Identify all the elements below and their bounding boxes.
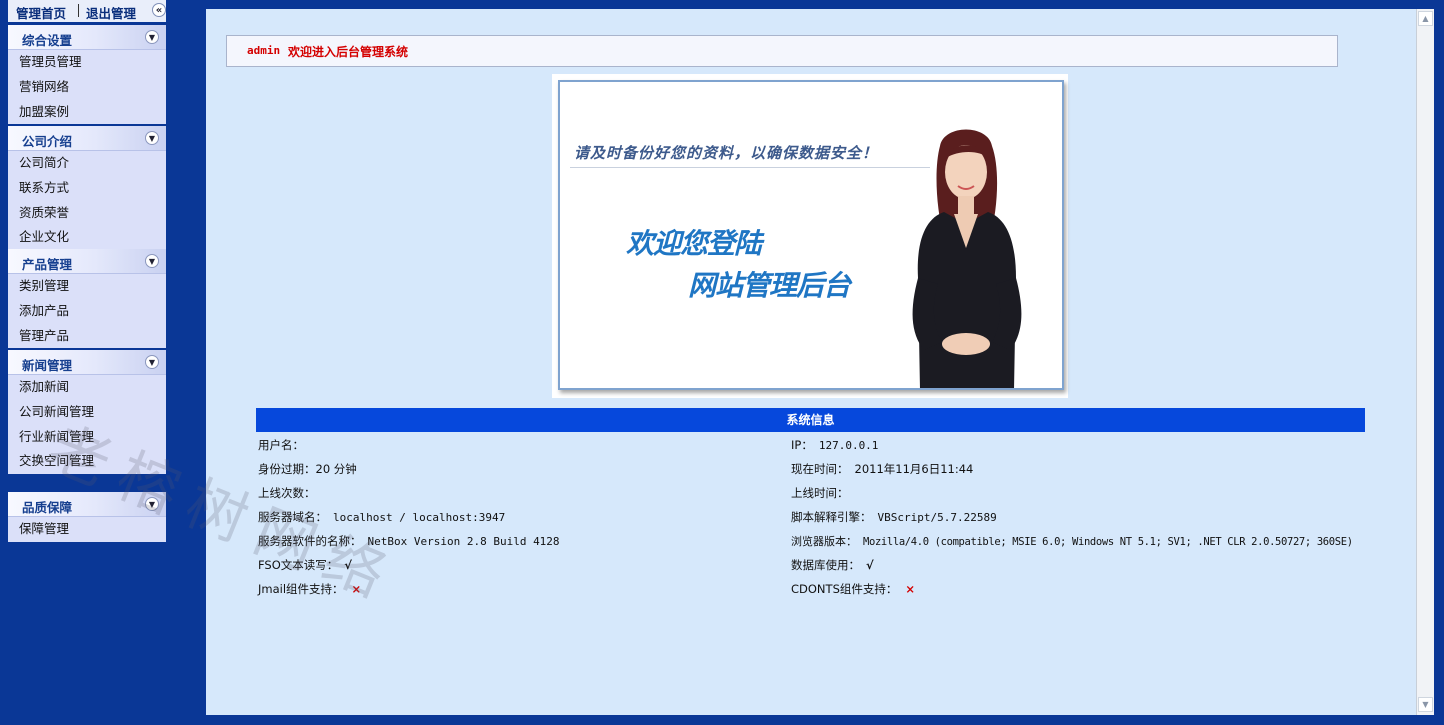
info-label: FSO文本读写： bbox=[258, 558, 339, 572]
menu-general-settings: 综合设置 ▼ 管理员管理 营销网络 加盟案例 bbox=[8, 25, 166, 125]
info-username: 用户名： bbox=[258, 437, 310, 453]
info-login-count: 上线次数： bbox=[258, 485, 322, 501]
banner-heading-line2: 网站管理后台 bbox=[688, 269, 851, 302]
backup-reminder: 请及时备份好您的资料，以确保数据安全！ bbox=[574, 144, 879, 162]
cross-icon: × bbox=[351, 582, 362, 596]
info-label: 上线次数： bbox=[258, 486, 316, 500]
chevron-down-icon[interactable]: ▼ bbox=[145, 355, 159, 369]
chevron-down-icon[interactable]: ▼ bbox=[145, 254, 159, 268]
menu-header-quality-assurance[interactable]: 品质保障 ▼ bbox=[8, 492, 166, 517]
banner-heading-line1: 欢迎您登陆 bbox=[626, 227, 762, 260]
info-current-time: 现在时间： 2011年11月6日11:44 bbox=[791, 461, 973, 477]
sidebar-item-sales-network[interactable]: 营销网络 bbox=[8, 75, 166, 100]
main-scrollbar[interactable]: ▲ ▼ bbox=[1416, 9, 1434, 715]
info-value: 127.0.0.1 bbox=[818, 439, 879, 452]
menu-quality-assurance: 品质保障 ▼ 保障管理 bbox=[8, 492, 166, 542]
check-icon: √ bbox=[866, 558, 874, 572]
sidebar-item-industry-news[interactable]: 行业新闻管理 bbox=[8, 425, 166, 450]
system-info-header: 系统信息 bbox=[256, 408, 1365, 432]
info-label: 数据库使用： bbox=[791, 558, 860, 572]
menu-header-product-management[interactable]: 产品管理 ▼ bbox=[8, 249, 166, 274]
sidebar-item-contact[interactable]: 联系方式 bbox=[8, 176, 166, 201]
info-value: VBScript/5.7.22589 bbox=[877, 511, 997, 524]
menu-title: 产品管理 bbox=[22, 257, 73, 272]
menu-product-management: 产品管理 ▼ 类别管理 添加产品 管理产品 bbox=[8, 249, 166, 349]
check-icon: √ bbox=[344, 558, 352, 572]
menu-title: 新闻管理 bbox=[22, 358, 73, 373]
logout-link[interactable]: 退出管理 bbox=[86, 3, 136, 22]
info-value: localhost / localhost:3947 bbox=[333, 511, 506, 524]
menu-company-intro: 公司介绍 ▼ 公司简介 联系方式 资质荣誉 企业文化 bbox=[8, 126, 166, 251]
info-session-expiry: 身份过期：20 分钟 bbox=[258, 461, 357, 477]
menu-title: 公司介绍 bbox=[22, 134, 73, 149]
info-label: Jmail组件支持： bbox=[258, 582, 344, 596]
woman-figure-illustration bbox=[912, 129, 1022, 388]
info-value: 20 分钟 bbox=[315, 462, 357, 476]
info-cdonts-support: CDONTS组件支持： × bbox=[791, 581, 915, 597]
topbar-separator bbox=[78, 4, 79, 17]
sidebar-item-add-news[interactable]: 添加新闻 bbox=[8, 375, 166, 400]
info-login-time: 上线时间： bbox=[791, 485, 855, 501]
welcome-bar: admin 欢迎进入后台管理系统 bbox=[226, 35, 1338, 67]
menu-header-company-intro[interactable]: 公司介绍 ▼ bbox=[8, 126, 166, 151]
current-user: admin bbox=[247, 44, 281, 57]
sidebar-item-manage-products[interactable]: 管理产品 bbox=[8, 324, 166, 349]
info-jmail-support: Jmail组件支持： × bbox=[258, 581, 361, 597]
info-label: 身份过期： bbox=[258, 462, 316, 476]
divider bbox=[570, 167, 930, 168]
sidebar-item-assurance-management[interactable]: 保障管理 bbox=[8, 517, 166, 542]
cross-icon: × bbox=[905, 582, 916, 596]
info-label: 脚本解释引擎： bbox=[791, 510, 872, 524]
info-label: 服务器软件的名称： bbox=[258, 534, 362, 548]
info-label: 现在时间： bbox=[791, 462, 849, 476]
info-label: CDONTS组件支持： bbox=[791, 582, 898, 596]
menu-title: 品质保障 bbox=[22, 500, 73, 515]
welcome-message: 欢迎进入后台管理系统 bbox=[288, 45, 409, 59]
scroll-up-icon[interactable]: ▲ bbox=[1418, 11, 1433, 26]
sidebar-item-company-news[interactable]: 公司新闻管理 bbox=[8, 400, 166, 425]
sidebar-item-culture[interactable]: 企业文化 bbox=[8, 225, 166, 250]
sidebar-item-honors[interactable]: 资质荣誉 bbox=[8, 201, 166, 226]
banner-image: 请及时备份好您的资料，以确保数据安全！ 欢迎您登陆 网站管理后台 bbox=[558, 80, 1064, 390]
menu-header-general-settings[interactable]: 综合设置 ▼ bbox=[8, 25, 166, 50]
info-label: 用户名： bbox=[258, 438, 304, 452]
info-database-usage: 数据库使用： √ bbox=[791, 557, 874, 573]
admin-home-link[interactable]: 管理首页 bbox=[16, 3, 66, 22]
info-server-domain: 服务器域名： localhost / localhost:3947 bbox=[258, 509, 505, 525]
sidebar-item-category-management[interactable]: 类别管理 bbox=[8, 274, 166, 299]
sidebar-item-company-profile[interactable]: 公司简介 bbox=[8, 151, 166, 176]
info-script-engine: 脚本解释引擎： VBScript/5.7.22589 bbox=[791, 509, 997, 525]
info-value: 2011年11月6日11:44 bbox=[854, 462, 974, 476]
sidebar-topbar: 管理首页 退出管理 « bbox=[8, 0, 166, 22]
left-sidebar: 管理首页 退出管理 « 综合设置 ▼ 管理员管理 营销网络 加盟案例 公司介绍 … bbox=[0, 0, 196, 725]
sidebar-item-admin-management[interactable]: 管理员管理 bbox=[8, 50, 166, 75]
info-value: NetBox Version 2.8 Build 4128 bbox=[367, 535, 560, 548]
sidebar-item-add-product[interactable]: 添加产品 bbox=[8, 299, 166, 324]
info-fso-support: FSO文本读写： √ bbox=[258, 557, 352, 573]
menu-title: 综合设置 bbox=[22, 33, 73, 48]
info-browser-version: 浏览器版本： Mozilla/4.0 (compatible; MSIE 6.0;… bbox=[791, 533, 1353, 549]
info-server-software: 服务器软件的名称： NetBox Version 2.8 Build 4128 bbox=[258, 533, 560, 549]
chevron-down-icon[interactable]: ▼ bbox=[145, 30, 159, 44]
chevron-down-icon[interactable]: ▼ bbox=[145, 131, 159, 145]
scroll-down-icon[interactable]: ▼ bbox=[1418, 697, 1433, 712]
collapse-sidebar-icon[interactable]: « bbox=[152, 3, 166, 17]
menu-header-news-management[interactable]: 新闻管理 ▼ bbox=[8, 350, 166, 375]
info-value: Mozilla/4.0 (compatible; MSIE 6.0; Windo… bbox=[863, 536, 1353, 548]
main-content: admin 欢迎进入后台管理系统 请及时备份好您的资料，以确保数据安全！ 欢迎您… bbox=[206, 9, 1416, 715]
info-label: 服务器域名： bbox=[258, 510, 327, 524]
sidebar-item-exchange-space[interactable]: 交换空间管理 bbox=[8, 449, 166, 474]
info-ip: IP： 127.0.0.1 bbox=[791, 437, 878, 453]
info-label: 浏览器版本： bbox=[791, 535, 857, 548]
sidebar-item-franchise-cases[interactable]: 加盟案例 bbox=[8, 100, 166, 125]
welcome-banner: 请及时备份好您的资料，以确保数据安全！ 欢迎您登陆 网站管理后台 bbox=[552, 74, 1068, 398]
chevron-down-icon[interactable]: ▼ bbox=[145, 497, 159, 511]
info-label: IP： bbox=[791, 438, 813, 452]
menu-news-management: 新闻管理 ▼ 添加新闻 公司新闻管理 行业新闻管理 交换空间管理 bbox=[8, 350, 166, 475]
info-label: 上线时间： bbox=[791, 486, 849, 500]
